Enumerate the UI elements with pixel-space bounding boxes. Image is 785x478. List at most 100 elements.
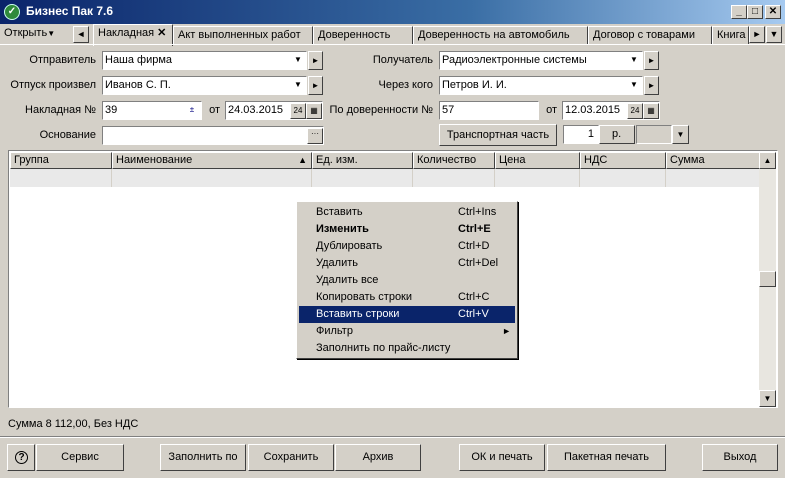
chevron-down-icon[interactable]: ▼	[291, 78, 305, 93]
invoice-date-field[interactable]: 24.03.2015 24 ▦	[225, 101, 323, 120]
tab-label: Накладная	[98, 27, 155, 39]
menu-item-delete-all[interactable]: Удалить все	[299, 272, 515, 289]
grid-cell[interactable]	[312, 169, 413, 187]
increment-icon[interactable]: ±	[184, 103, 200, 119]
menu-item-shortcut: Ctrl+E	[458, 223, 491, 235]
menu-item-delete[interactable]: Удалить Ctrl+Del	[299, 255, 515, 272]
recipient-combo[interactable]: Радиоэлектронные системы ▼	[439, 51, 643, 70]
table-row[interactable]	[10, 169, 762, 187]
transport-part-button[interactable]: Транспортная часть	[439, 124, 557, 146]
minimize-button[interactable]: _	[731, 5, 747, 19]
menu-item-copy-rows[interactable]: Копировать строки Ctrl+C	[299, 289, 515, 306]
poa-number-field[interactable]: 57	[439, 101, 539, 120]
via-select-button[interactable]: ►	[644, 76, 659, 95]
column-header-unit[interactable]: Ед. изм.	[312, 152, 413, 169]
grid-cell[interactable]	[413, 169, 495, 187]
sender-label: Отправитель	[29, 54, 96, 66]
close-button[interactable]: ✕	[765, 5, 781, 19]
grid-cell[interactable]	[112, 169, 312, 187]
sender-select-button[interactable]: ►	[308, 51, 323, 70]
chevron-down-icon[interactable]: ▼	[291, 53, 305, 68]
vertical-scrollbar[interactable]: ▲ ▼	[759, 152, 776, 407]
column-header-price[interactable]: Цена	[495, 152, 580, 169]
open-menu[interactable]: Открыть▼	[4, 27, 55, 39]
tab-scroll-left-button[interactable]: ◄	[73, 26, 89, 43]
menu-item-filter[interactable]: Фильтр ►	[299, 323, 515, 340]
app-logo-icon: ✓	[4, 4, 20, 20]
window-title: Бизнес Пак 7.6	[26, 4, 114, 18]
column-header-vat[interactable]: НДС	[580, 152, 666, 169]
tab-close-icon[interactable]: ✕	[157, 27, 166, 39]
archive-button[interactable]: Архив	[335, 444, 421, 471]
poa-date-field[interactable]: 12.03.2015 24 ▦	[562, 101, 660, 120]
invoice-number-field[interactable]: 39 ±	[102, 101, 202, 120]
recipient-label: Получатель	[372, 54, 433, 66]
grid-cell[interactable]	[580, 169, 666, 187]
grid-cell[interactable]	[10, 169, 112, 187]
menu-item-edit[interactable]: Изменить Ctrl+E	[299, 221, 515, 238]
printer-select[interactable]	[636, 125, 672, 144]
grid-cell[interactable]	[666, 169, 760, 187]
basis-field[interactable]: ···	[102, 126, 324, 145]
poa-number-value: 57	[442, 104, 455, 116]
maximize-button[interactable]: □	[747, 5, 763, 19]
column-header-name[interactable]: Наименование ▲	[112, 152, 312, 169]
tab-label: Доверенность	[318, 29, 391, 41]
calculator-icon[interactable]: ▦	[306, 103, 322, 119]
menu-item-fill-by-pricelist[interactable]: Заполнить по прайс-листу	[299, 340, 515, 357]
column-header-sum[interactable]: Сумма	[666, 152, 760, 169]
button-bar-divider	[0, 436, 785, 438]
scroll-down-button[interactable]: ▼	[759, 390, 776, 407]
exit-button[interactable]: Выход	[702, 444, 778, 471]
released-select-button[interactable]: ►	[308, 76, 323, 95]
calendar-icon[interactable]: 24	[627, 103, 643, 119]
chevron-down-icon[interactable]: ▼	[627, 78, 641, 93]
via-value: Петров И. И.	[442, 79, 507, 91]
released-combo[interactable]: Иванов С. П. ▼	[102, 76, 307, 95]
open-menu-label: Открыть	[4, 27, 48, 39]
basis-label: Основание	[39, 129, 96, 141]
calendar-icon[interactable]: 24	[290, 103, 306, 119]
poa-date-from-label: от	[546, 104, 557, 116]
save-button[interactable]: Сохранить	[248, 444, 334, 471]
chevron-down-icon[interactable]: ▼	[627, 53, 641, 68]
menu-item-insert[interactable]: Вставить Ctrl+Ins	[299, 204, 515, 221]
column-header-group[interactable]: Группа	[10, 152, 112, 169]
tab-book[interactable]: Книга	[712, 26, 749, 45]
menu-item-shortcut: Ctrl+Del	[458, 257, 499, 269]
tab-contract-goods[interactable]: Договор с товарами	[588, 26, 712, 45]
menu-item-label: Удалить	[316, 257, 358, 269]
service-button[interactable]: Сервис	[36, 444, 124, 471]
menu-item-label: Дублировать	[316, 240, 383, 252]
batch-print-button[interactable]: Пакетная печать	[547, 444, 666, 471]
printer-dropdown-button[interactable]: ▼	[672, 125, 689, 144]
scroll-up-button[interactable]: ▲	[759, 152, 776, 169]
ellipsis-icon[interactable]: ···	[307, 128, 323, 144]
menu-item-shortcut: Ctrl+D	[458, 240, 490, 252]
tab-label: Книга	[717, 29, 746, 41]
invoice-number-label: Накладная №	[25, 104, 96, 116]
tab-scroll-right-button[interactable]: ►	[749, 26, 765, 43]
sender-combo[interactable]: Наша фирма ▼	[102, 51, 307, 70]
calculator-icon[interactable]: ▦	[643, 103, 659, 119]
tab-invoice[interactable]: Накладная ✕	[93, 24, 173, 46]
grid-header: Группа Наименование ▲ Ед. изм. Количеств…	[10, 152, 760, 169]
tab-poa[interactable]: Доверенность	[313, 26, 413, 45]
ok-print-button[interactable]: ОК и печать	[459, 444, 545, 471]
menu-item-paste-rows[interactable]: Вставить строки Ctrl+V	[299, 306, 515, 323]
menu-item-duplicate[interactable]: Дублировать Ctrl+D	[299, 238, 515, 255]
tab-poa-car[interactable]: Доверенность на автомобиль	[413, 26, 588, 45]
invoice-date-from-label: от	[209, 104, 220, 116]
grid-cell[interactable]	[495, 169, 580, 187]
tab-work-act[interactable]: Акт выполненных работ	[173, 26, 313, 45]
tab-list-dropdown-button[interactable]: ▼	[766, 26, 782, 43]
help-button[interactable]: ?	[7, 444, 35, 471]
column-header-quantity[interactable]: Количество	[413, 152, 495, 169]
recipient-select-button[interactable]: ►	[644, 51, 659, 70]
invoice-number-value: 39	[105, 104, 118, 116]
scroll-thumb[interactable]	[759, 271, 776, 287]
via-combo[interactable]: Петров И. И. ▼	[439, 76, 643, 95]
fill-by-button[interactable]: Заполнить по	[160, 444, 246, 471]
copies-field[interactable]: 1	[563, 125, 599, 144]
tab-label: Доверенность на автомобиль	[418, 29, 570, 41]
